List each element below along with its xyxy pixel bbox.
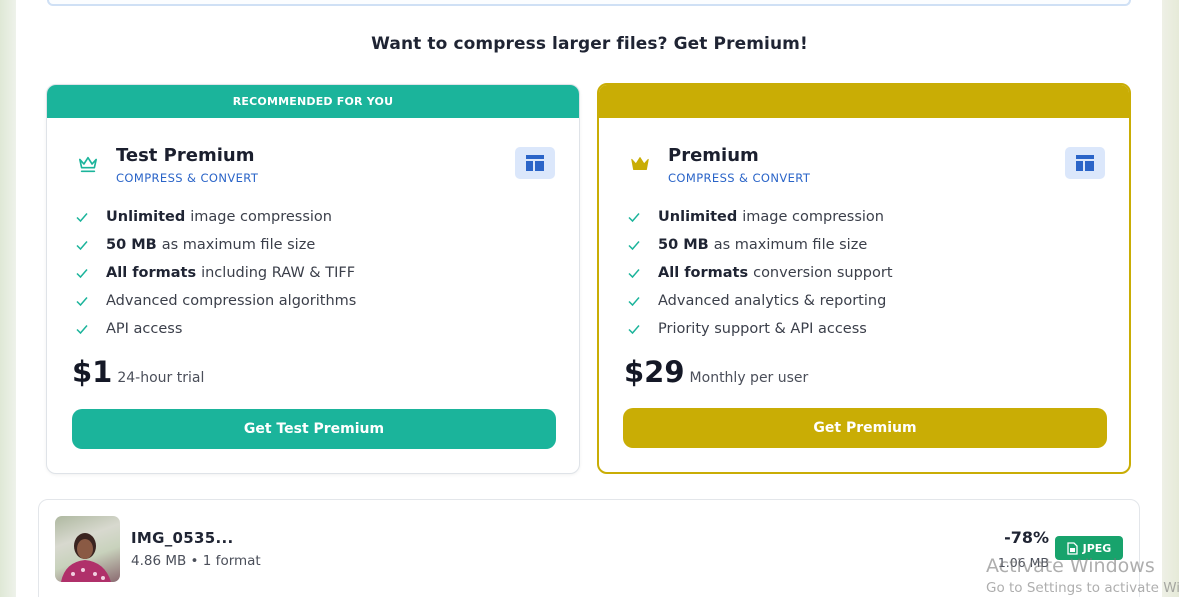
price-note: Monthly per user xyxy=(689,370,809,386)
file-meta: 4.86 MB • 1 format xyxy=(131,553,261,569)
price-row: $1 24-hour trial xyxy=(72,355,204,389)
feature-item: 50 MB as maximum file size xyxy=(73,231,356,259)
file-image-icon xyxy=(1066,541,1078,555)
price: $29 xyxy=(624,355,685,389)
file-name: IMG_0535... xyxy=(131,529,234,547)
feature-bold: All formats xyxy=(106,265,197,281)
feature-text: conversion support xyxy=(753,265,893,281)
headline-text: Want to compress larger files? Get xyxy=(371,34,714,54)
check-icon xyxy=(628,269,640,279)
layout-icon xyxy=(526,155,544,171)
feature-item: Advanced compression algorithms xyxy=(73,287,356,315)
format-label: JPEG xyxy=(1082,541,1112,555)
feature-bold: 50 MB xyxy=(658,237,709,253)
feature-item: All formats conversion support xyxy=(625,259,893,287)
image-thumbnail[interactable] xyxy=(55,516,120,582)
feature-item: Priority support & API access xyxy=(625,315,893,343)
plan-subtitle: COMPRESS & CONVERT xyxy=(668,171,811,185)
feature-item: All formats including RAW & TIFF xyxy=(73,259,356,287)
feature-item: 50 MB as maximum file size xyxy=(625,231,893,259)
plan-name: Premium xyxy=(668,145,759,166)
feature-text: Advanced compression algorithms xyxy=(106,293,357,309)
check-icon xyxy=(628,241,640,251)
windows-activation-watermark: Activate Windows Go to Settings to activ… xyxy=(986,555,1179,596)
plan-subtitle: COMPRESS & CONVERT xyxy=(116,171,259,185)
price: $1 xyxy=(72,355,113,389)
upload-box-edge xyxy=(47,0,1131,6)
layout-toggle-button[interactable] xyxy=(1065,147,1105,179)
recommended-banner: RECOMMENDED FOR YOU xyxy=(47,85,579,118)
feature-item: API access xyxy=(73,315,356,343)
crown-outline-icon xyxy=(79,156,97,173)
feature-list: Unlimited image compression 50 MB as maxim… xyxy=(73,203,356,343)
get-test-premium-button[interactable]: Get Test Premium xyxy=(72,409,556,449)
check-icon xyxy=(628,213,640,223)
plan-header: Test Premium COMPRESS & CONVERT xyxy=(73,143,555,187)
feature-bold: All formats xyxy=(658,265,749,281)
watermark-title: Activate Windows xyxy=(986,555,1155,577)
feature-item: Unlimited image compression xyxy=(625,203,893,231)
check-icon xyxy=(76,241,88,251)
check-icon xyxy=(76,269,88,279)
feature-text: as maximum file size xyxy=(161,237,316,253)
feature-item: Unlimited image compression xyxy=(73,203,356,231)
feature-text: as maximum file size xyxy=(713,237,868,253)
check-icon xyxy=(76,213,88,223)
feature-text: Priority support & API access xyxy=(658,321,867,337)
feature-bold: Unlimited xyxy=(658,209,738,225)
plan-card-premium: Premium COMPRESS & CONVERT Unlimited imag… xyxy=(597,83,1131,474)
feature-text: Advanced analytics & reporting xyxy=(658,293,887,309)
price-row: $29 Monthly per user xyxy=(624,355,808,389)
feature-text: API access xyxy=(106,321,183,337)
feature-text: including RAW & TIFF xyxy=(201,265,356,281)
check-icon xyxy=(76,325,88,335)
file-result-row: IMG_0535... 4.86 MB • 1 format -78% 1.06… xyxy=(38,499,1140,597)
check-icon xyxy=(76,297,88,307)
headline-emphasis: Premium! xyxy=(713,34,808,54)
layout-toggle-button[interactable] xyxy=(515,147,555,179)
price-note: 24-hour trial xyxy=(117,370,205,386)
get-premium-button[interactable]: Get Premium xyxy=(623,408,1107,448)
person-photo-icon xyxy=(61,533,111,582)
plan-name: Test Premium xyxy=(116,145,255,166)
watermark-subtitle: Go to Settings to activate Windows. xyxy=(986,580,1179,596)
feature-item: Advanced analytics & reporting xyxy=(625,287,893,315)
check-icon xyxy=(628,297,640,307)
feature-text: image compression xyxy=(190,209,332,225)
plan-card-test-premium: RECOMMENDED FOR YOU Test Premium COMPRES… xyxy=(46,84,580,474)
premium-banner xyxy=(599,85,1129,118)
size-reduction: -78% xyxy=(1004,528,1049,547)
layout-icon xyxy=(1076,155,1094,171)
upsell-headline: Want to compress larger files? Get Premi… xyxy=(0,34,1179,54)
plan-header: Premium COMPRESS & CONVERT xyxy=(625,143,1105,187)
crown-filled-icon xyxy=(631,157,649,170)
feature-bold: Unlimited xyxy=(106,209,186,225)
check-icon xyxy=(628,325,640,335)
feature-list: Unlimited image compression 50 MB as maxim… xyxy=(625,203,893,343)
feature-text: image compression xyxy=(742,209,884,225)
feature-bold: 50 MB xyxy=(106,237,157,253)
